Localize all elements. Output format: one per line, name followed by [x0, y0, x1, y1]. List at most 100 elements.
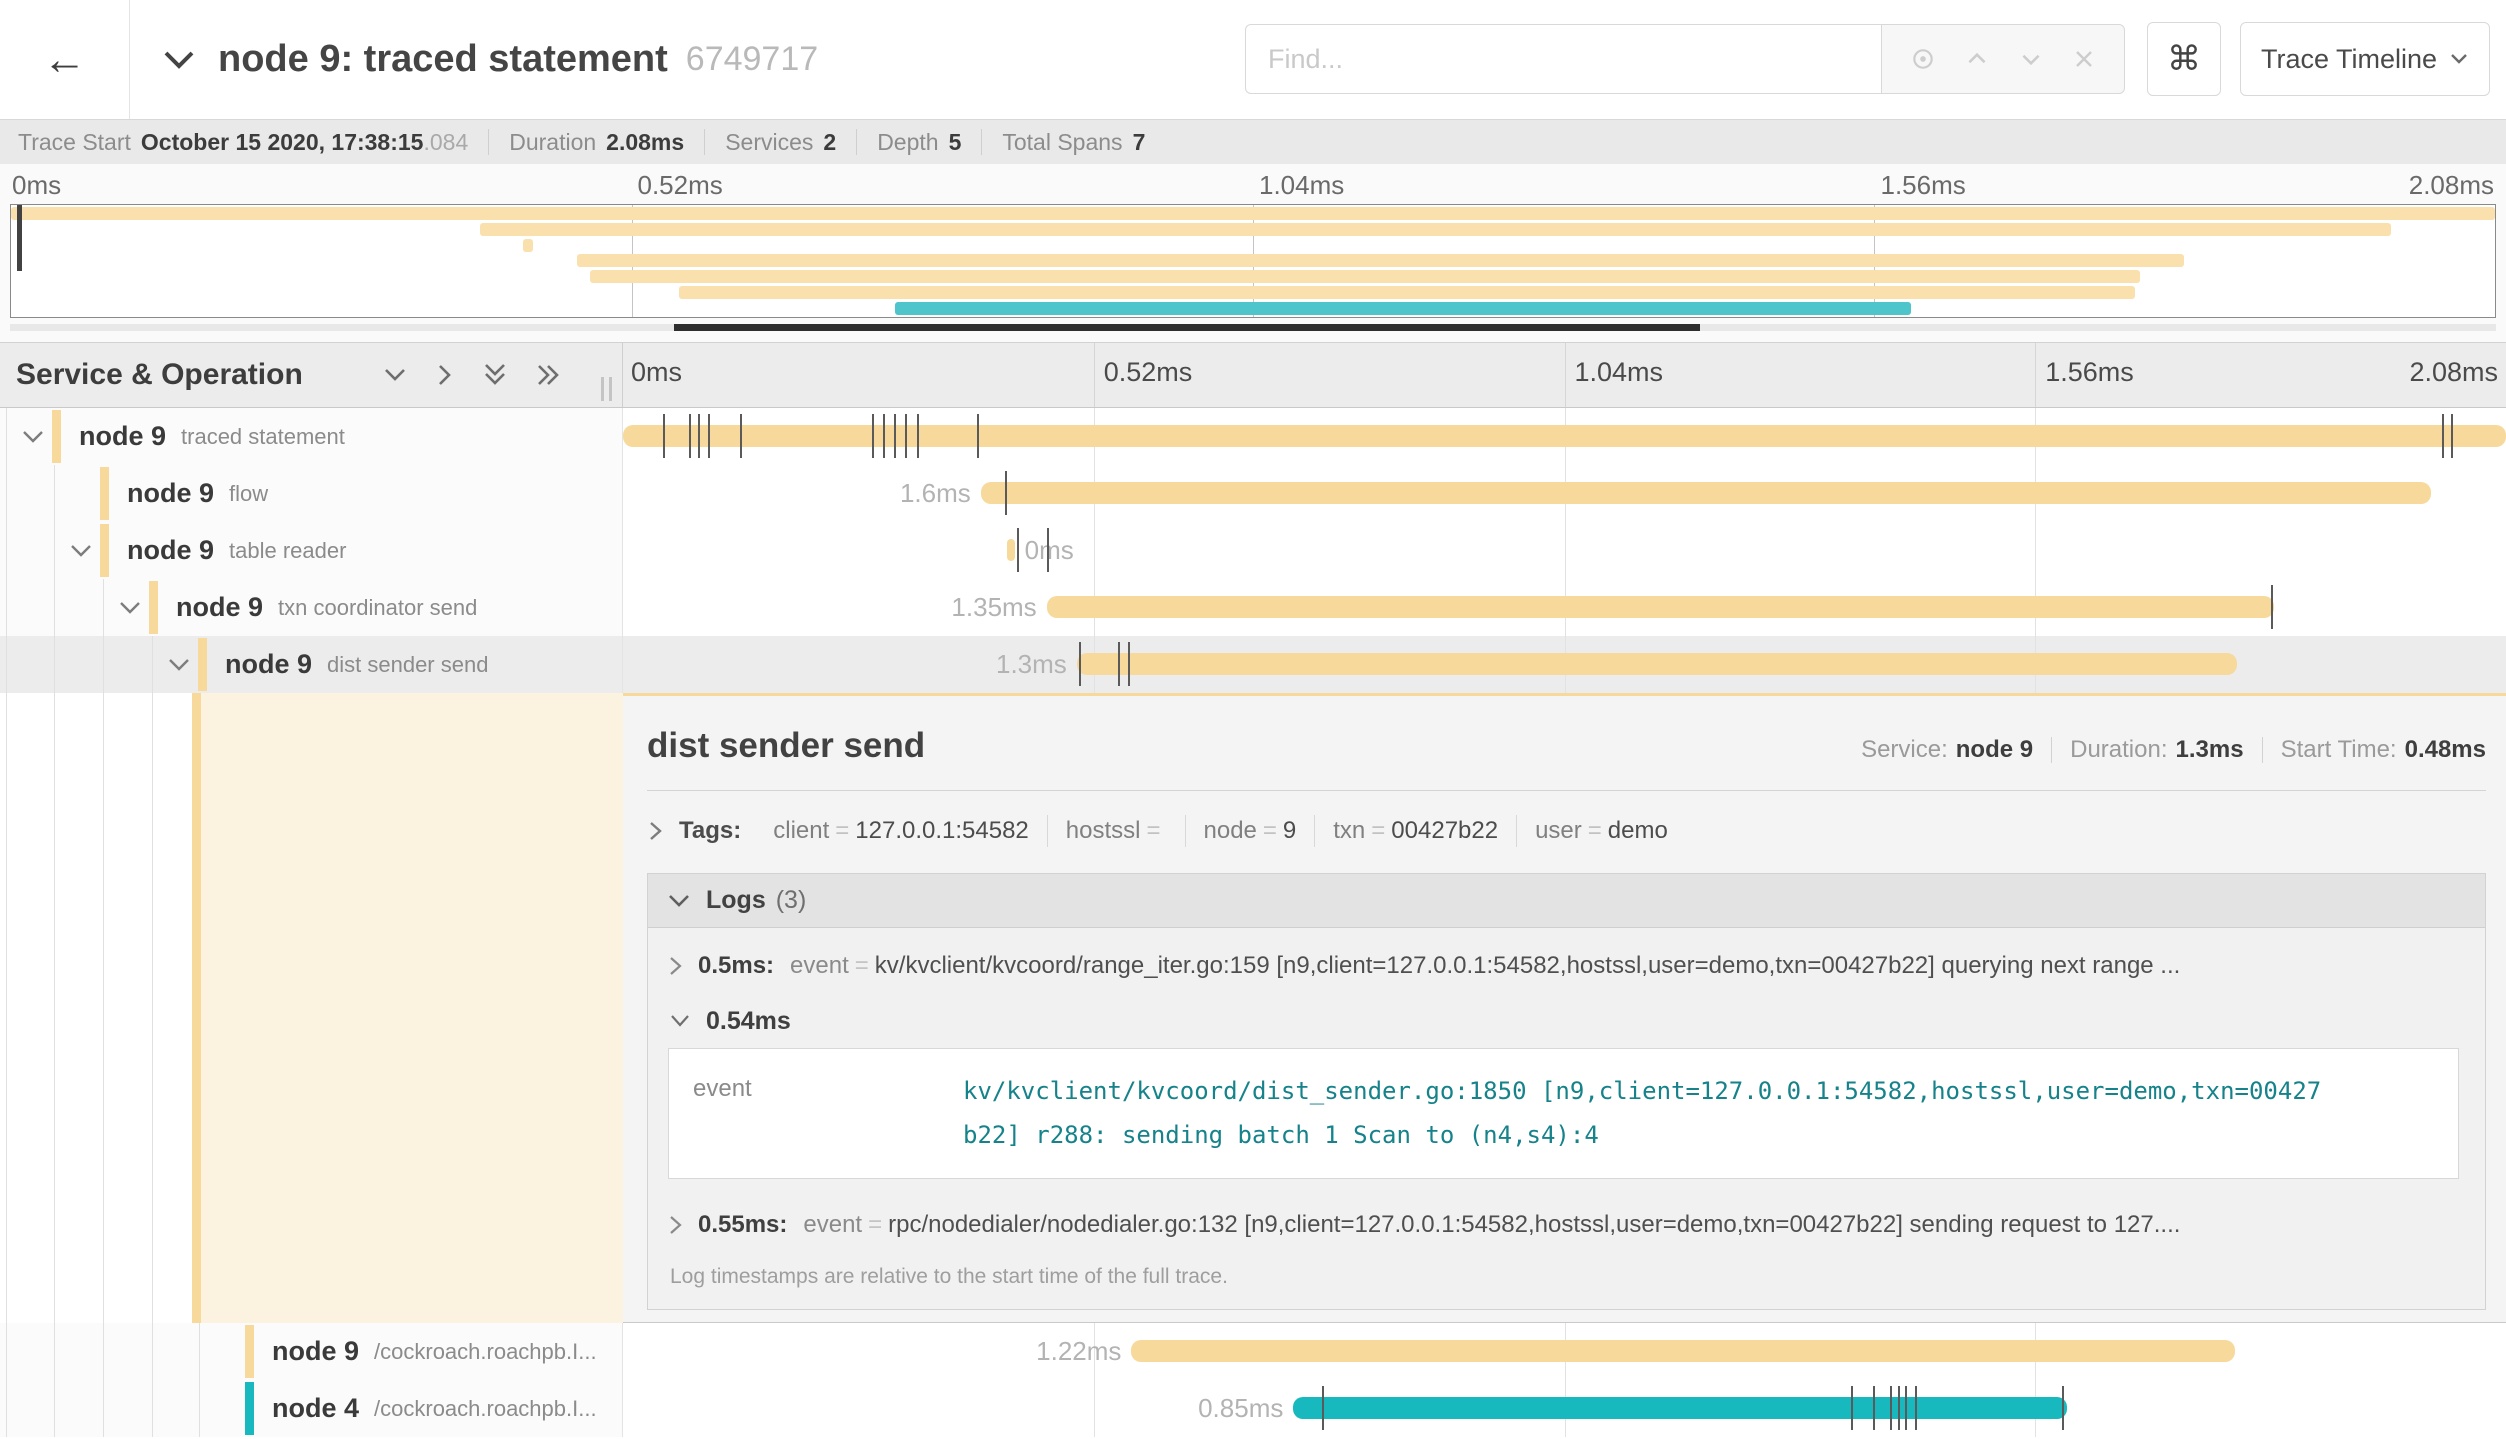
log-marker-tick [977, 414, 979, 458]
span-duration-bar[interactable] [1047, 596, 2275, 618]
log-marker-tick [917, 414, 919, 458]
divider [981, 129, 982, 155]
indent-guide [6, 522, 7, 579]
span-color-accent-bar [192, 693, 201, 1323]
span-rows-bottom: node 9/cockroach.roachpb.I...1.22msnode … [0, 1323, 2506, 1439]
viewport-drag-handle[interactable] [17, 205, 22, 271]
duration-label: Duration: [2070, 736, 2167, 764]
service-name: node 9 [127, 478, 214, 509]
tag-item: txn=00427b22 [1315, 815, 1517, 847]
log-marker-tick [1005, 471, 1007, 515]
log-marker-tick [663, 414, 665, 458]
span-collapse-chevron-icon[interactable] [62, 543, 100, 559]
span-duration-bar[interactable] [1007, 539, 1015, 561]
logs-header[interactable]: Logs (3) [648, 874, 2485, 928]
service-operation-title: Service & Operation [16, 358, 303, 392]
tags-expand-chevron-icon[interactable] [647, 818, 665, 844]
service-color-bar [198, 638, 207, 691]
operation-name: table reader [229, 538, 346, 564]
back-button[interactable]: ← [0, 0, 130, 119]
timeline-gridline [2035, 522, 2036, 579]
prev-match-icon[interactable] [1964, 46, 1990, 72]
summary-item: Depth5 [877, 129, 961, 156]
log-marker-tick [894, 414, 896, 458]
service-name: node 9 [79, 421, 166, 452]
tags-row[interactable]: Tags: client=127.0.0.1:54582hostssl=node… [647, 813, 2486, 849]
span-row-name[interactable]: node 9dist sender send [0, 636, 623, 693]
expand-one-icon[interactable] [435, 361, 455, 389]
collapse-one-icon[interactable] [381, 365, 409, 385]
span-row-name[interactable]: node 4/cockroach.roachpb.I... [0, 1380, 623, 1437]
expand-all-icon[interactable] [535, 361, 563, 389]
indent-guide [54, 579, 55, 636]
span-row-name-content: node 9/cockroach.roachpb.I... [207, 1323, 597, 1380]
summary-item-value: 2 [823, 129, 836, 156]
span-duration-bar[interactable] [1077, 653, 2237, 675]
service-operation-header: Service & Operation [0, 343, 623, 407]
span-row-name[interactable]: node 9traced statement [0, 408, 623, 465]
chevron-down-icon [2449, 52, 2469, 66]
collapse-all-icon[interactable] [481, 361, 509, 389]
log-entry[interactable]: 0.55ms: event = rpc/nodedialer/nodediale… [668, 1193, 2467, 1257]
span-row-name[interactable]: node 9/cockroach.roachpb.I... [0, 1323, 623, 1380]
indent-guide [54, 636, 55, 693]
service-label: Service: [1861, 736, 1948, 764]
indent-guide [103, 579, 104, 636]
span-collapse-chevron-icon[interactable] [160, 657, 198, 673]
span-collapse-chevron-icon[interactable] [14, 429, 52, 445]
column-resizer-handle[interactable] [601, 377, 612, 401]
span-row: node 9table reader 0ms [0, 522, 2506, 579]
span-timeline-cell: 0.85ms [623, 1380, 2506, 1437]
span-detail-panel: dist sender send Service: node 9 Duratio… [623, 693, 2506, 1323]
duration-value: 1.3ms [2176, 736, 2244, 764]
logs-collapse-chevron-icon [666, 892, 692, 910]
axis-tick-label: 1.04ms [1259, 170, 1344, 201]
divider [704, 129, 705, 155]
summary-item-value: 2.08ms [606, 129, 684, 156]
span-detail-row: dist sender send Service: node 9 Duratio… [0, 693, 2506, 1323]
find-buttons [1881, 24, 2125, 94]
keyboard-shortcuts-button[interactable]: ⌘ [2147, 22, 2221, 96]
indent-guide [103, 693, 104, 1323]
tags-title: Tags: [679, 817, 741, 845]
summary-item-label: Services [725, 129, 813, 156]
log-entry-expanded-header[interactable]: 0.54ms [668, 998, 2467, 1044]
tag-value: 127.0.0.1:54582 [855, 817, 1029, 844]
span-row-name[interactable]: node 9table reader [0, 522, 623, 579]
collapse-trace-chevron-icon[interactable] [162, 49, 196, 71]
logs-count: (3) [776, 886, 807, 915]
log-event-value: kv/kvclient/kvcoord/dist_sender.go:1850 … [963, 1069, 2333, 1158]
indent-guide [54, 1380, 55, 1437]
log-marker-tick [1017, 528, 1019, 572]
service-color-bar [245, 1325, 254, 1378]
span-row-name[interactable]: node 9txn coordinator send [0, 579, 623, 636]
indent-guide [6, 408, 7, 465]
tag-key: user [1535, 817, 1582, 844]
minimap-canvas[interactable] [10, 204, 2496, 318]
span-duration-label: 0ms [1025, 522, 1074, 579]
span-collapse-chevron-icon[interactable] [111, 600, 149, 616]
log-field-key: event [790, 952, 849, 980]
service-name: node 9 [272, 1336, 359, 1367]
next-match-icon[interactable] [2018, 46, 2044, 72]
log-marker-tick [883, 414, 885, 458]
find-input[interactable] [1246, 25, 1881, 93]
tag-item: client=127.0.0.1:54582 [755, 815, 1048, 847]
span-duration-bar[interactable] [981, 482, 2431, 504]
minimap-scrollbar-thumb[interactable] [674, 324, 1701, 331]
span-duration-bar[interactable] [1131, 1340, 2234, 1362]
log-entry[interactable]: 0.5ms: event = kv/kvclient/kvcoord/range… [668, 934, 2467, 998]
trace-view-selector[interactable]: Trace Timeline [2240, 22, 2490, 96]
log-marker-tick [1079, 642, 1081, 686]
span-duration-bar[interactable] [1293, 1397, 2067, 1419]
focus-match-icon[interactable] [1910, 46, 1936, 72]
indent-guide [152, 1323, 153, 1380]
title-area: node 9: traced statement 6749717 [162, 0, 818, 119]
clear-search-icon[interactable] [2072, 47, 2096, 71]
span-row-name[interactable]: node 9flow [0, 465, 623, 522]
minimap-span-row [11, 207, 2495, 220]
find-controls [1245, 24, 2125, 94]
indent-guide [103, 1380, 104, 1437]
service-name: node 9 [176, 592, 263, 623]
tag-equals: = [1582, 817, 1608, 844]
